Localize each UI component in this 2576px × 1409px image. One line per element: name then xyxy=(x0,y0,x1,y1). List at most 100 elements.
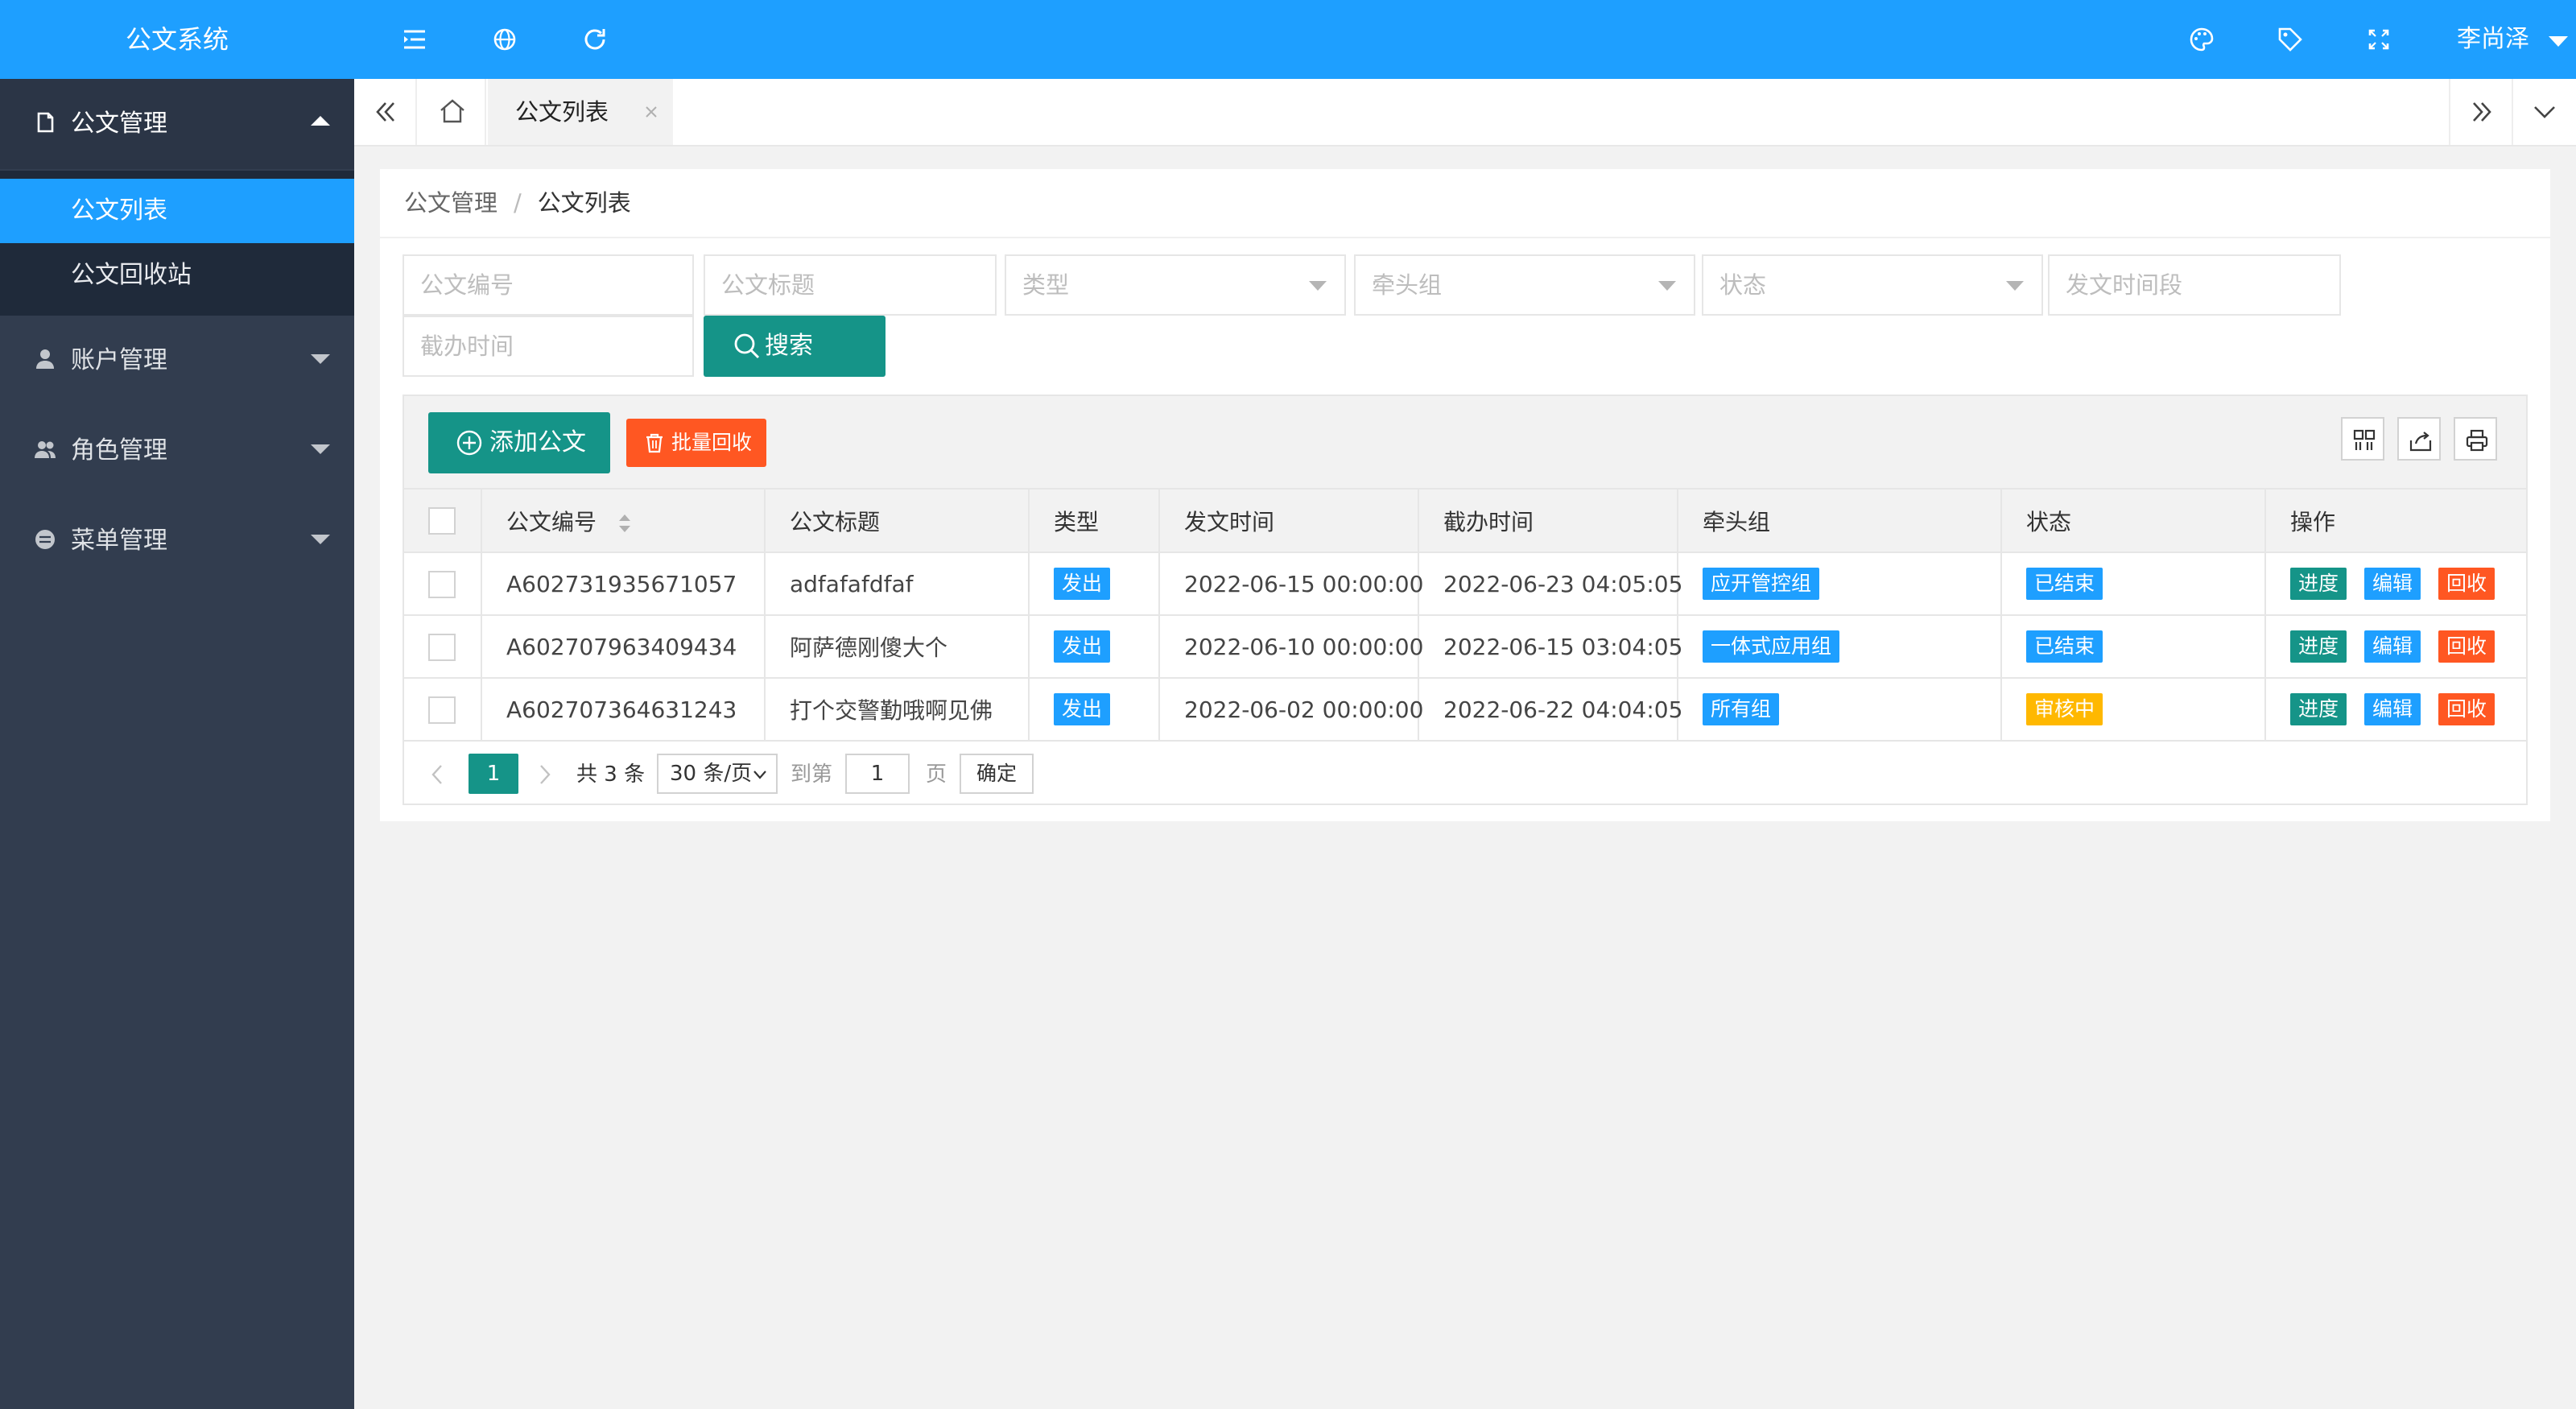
row-checkbox[interactable] xyxy=(428,570,456,598)
doc-title-input[interactable]: 公文标题 xyxy=(704,254,997,316)
column-header-doc-no[interactable]: 公文编号 xyxy=(481,490,766,553)
column-header-actions: 操作 xyxy=(2265,490,2526,553)
sidebar-group-role-management[interactable]: 角色管理 xyxy=(0,406,354,496)
export-button[interactable] xyxy=(2397,417,2441,461)
top-header: 李尚泽 xyxy=(354,0,2576,79)
export-icon xyxy=(2409,432,2432,452)
row-checkbox[interactable] xyxy=(428,696,456,724)
tag-icon[interactable] xyxy=(2275,24,2306,55)
select-all-checkbox[interactable] xyxy=(428,507,456,535)
user-icon xyxy=(36,349,54,369)
divider xyxy=(380,237,2550,238)
status-cell: 审核中 xyxy=(2001,678,2266,742)
tab-home[interactable] xyxy=(419,79,486,145)
tab-document-list[interactable]: 公文列表 xyxy=(488,79,673,145)
goto-page-input[interactable]: 1 xyxy=(845,754,910,794)
type-select[interactable]: 类型 xyxy=(1005,254,1346,316)
sidebar-item-recycle-bin[interactable]: 公文回收站 xyxy=(0,243,354,308)
column-header-status: 状态 xyxy=(2001,490,2266,553)
search-button[interactable]: 搜索 xyxy=(704,316,886,377)
tab-label: 公文列表 xyxy=(515,98,609,126)
row-select-cell xyxy=(404,552,482,616)
close-icon[interactable] xyxy=(644,105,658,119)
column-header-title: 公文标题 xyxy=(765,490,1030,553)
actions-cell: 进度 编辑 回收 xyxy=(2265,678,2526,742)
sidebar-group-document-management[interactable]: 公文管理 xyxy=(0,79,354,169)
column-header-send-time: 发文时间 xyxy=(1159,490,1419,553)
app-logo-title: 公文系统 xyxy=(0,0,354,79)
add-document-button[interactable]: 添加公文 xyxy=(428,412,610,473)
refresh-icon[interactable] xyxy=(580,24,610,55)
page-size-select[interactable]: 30 条/页 xyxy=(657,754,778,794)
globe-icon[interactable] xyxy=(489,24,520,55)
page-current[interactable]: 1 xyxy=(469,754,518,794)
fullscreen-icon[interactable] xyxy=(2363,24,2394,55)
select-all-cell xyxy=(404,490,482,553)
menu-collapse-icon[interactable] xyxy=(399,24,430,55)
doc-title-cell: adfafafdfaf xyxy=(765,552,1030,616)
sidebar-group-label: 账户管理 xyxy=(71,346,167,374)
plus-circle-icon xyxy=(456,430,482,456)
status-badge: 审核中 xyxy=(2026,693,2103,725)
columns-icon xyxy=(2353,429,2376,450)
tab-scroll-left-button[interactable] xyxy=(354,79,417,145)
recycle-button[interactable]: 回收 xyxy=(2438,693,2496,725)
recycle-button[interactable]: 回收 xyxy=(2438,568,2496,600)
breadcrumb-separator: / xyxy=(514,189,522,217)
type-badge: 发出 xyxy=(1054,630,1111,663)
tab-options-button[interactable] xyxy=(2512,79,2576,145)
chevron-down-icon xyxy=(1309,281,1327,291)
edit-button[interactable]: 编辑 xyxy=(2364,630,2421,663)
doc-title-cell: 阿萨德刚傻大个 xyxy=(765,615,1030,679)
chevron-down-icon xyxy=(311,354,330,364)
doc-number-input[interactable]: 公文编号 xyxy=(402,254,694,316)
double-chevron-left-icon xyxy=(376,102,394,122)
progress-button[interactable]: 进度 xyxy=(2290,568,2347,600)
status-cell: 已结束 xyxy=(2001,615,2266,679)
chevron-right-icon[interactable] xyxy=(536,763,554,786)
column-header-label: 公文编号 xyxy=(506,508,597,535)
goto-label: 到第 xyxy=(791,762,833,787)
send-period-input[interactable]: 发文时间段 xyxy=(2048,254,2341,316)
group-select[interactable]: 牵头组 xyxy=(1354,254,1695,316)
progress-button[interactable]: 进度 xyxy=(2290,693,2347,725)
sidebar-group-menu-management[interactable]: 菜单管理 xyxy=(0,496,354,586)
send-time-cell: 2022-06-10 00:00:00 xyxy=(1159,615,1423,679)
chevron-up-icon xyxy=(311,116,330,126)
table-row: A602707364631243 打个交警勤哦啊见佛 发出 2022-06-02… xyxy=(404,678,2526,742)
breadcrumb-parent[interactable]: 公文管理 xyxy=(404,189,497,217)
deadline-cell: 2022-06-15 03:04:05 xyxy=(1418,615,1682,679)
sidebar-group-account-management[interactable]: 账户管理 xyxy=(0,316,354,406)
sidebar-item-document-list[interactable]: 公文列表 xyxy=(0,179,354,243)
doc-no-cell: A602707364631243 xyxy=(481,678,766,742)
progress-button[interactable]: 进度 xyxy=(2290,630,2347,663)
column-filter-button[interactable] xyxy=(2341,417,2384,461)
sidebar: 公文系统 公文管理 公文列表 公文回收站 账户管理 角色管理 菜单管理 xyxy=(0,0,354,1409)
chevron-left-icon[interactable] xyxy=(428,763,446,786)
send-time-cell: 2022-06-15 00:00:00 xyxy=(1159,552,1423,616)
send-time-cell: 2022-06-02 00:00:00 xyxy=(1159,678,1423,742)
chevron-down-icon xyxy=(1658,281,1676,291)
edit-button[interactable]: 编辑 xyxy=(2364,568,2421,600)
batch-recycle-button[interactable]: 批量回收 xyxy=(626,419,766,467)
chevron-down-icon[interactable] xyxy=(2549,36,2568,47)
print-button[interactable] xyxy=(2454,417,2497,461)
group-badge: 所有组 xyxy=(1703,693,1780,725)
row-checkbox[interactable] xyxy=(428,633,456,661)
edit-button[interactable]: 编辑 xyxy=(2364,693,2421,725)
deadline-input[interactable]: 截办时间 xyxy=(402,316,694,377)
document-icon xyxy=(37,112,54,133)
goto-confirm-button[interactable]: 确定 xyxy=(960,754,1034,794)
status-select[interactable]: 状态 xyxy=(1702,254,2043,316)
recycle-button[interactable]: 回收 xyxy=(2438,630,2496,663)
deadline-cell: 2022-06-23 04:05:05 xyxy=(1418,552,1682,616)
user-name[interactable]: 李尚泽 xyxy=(2457,0,2529,79)
sort-icon[interactable] xyxy=(617,513,633,534)
type-cell: 发出 xyxy=(1029,552,1160,616)
group-badge: 一体式应用组 xyxy=(1703,630,1840,663)
tab-scroll-right-button[interactable] xyxy=(2449,79,2512,145)
group-select-placeholder: 牵头组 xyxy=(1372,271,1443,299)
pagination: 1 共 3 条 30 条/页 到第 1 页 确定 xyxy=(404,746,2526,804)
total-count: 共 3 条 xyxy=(576,762,646,787)
palette-icon[interactable] xyxy=(2186,24,2217,55)
